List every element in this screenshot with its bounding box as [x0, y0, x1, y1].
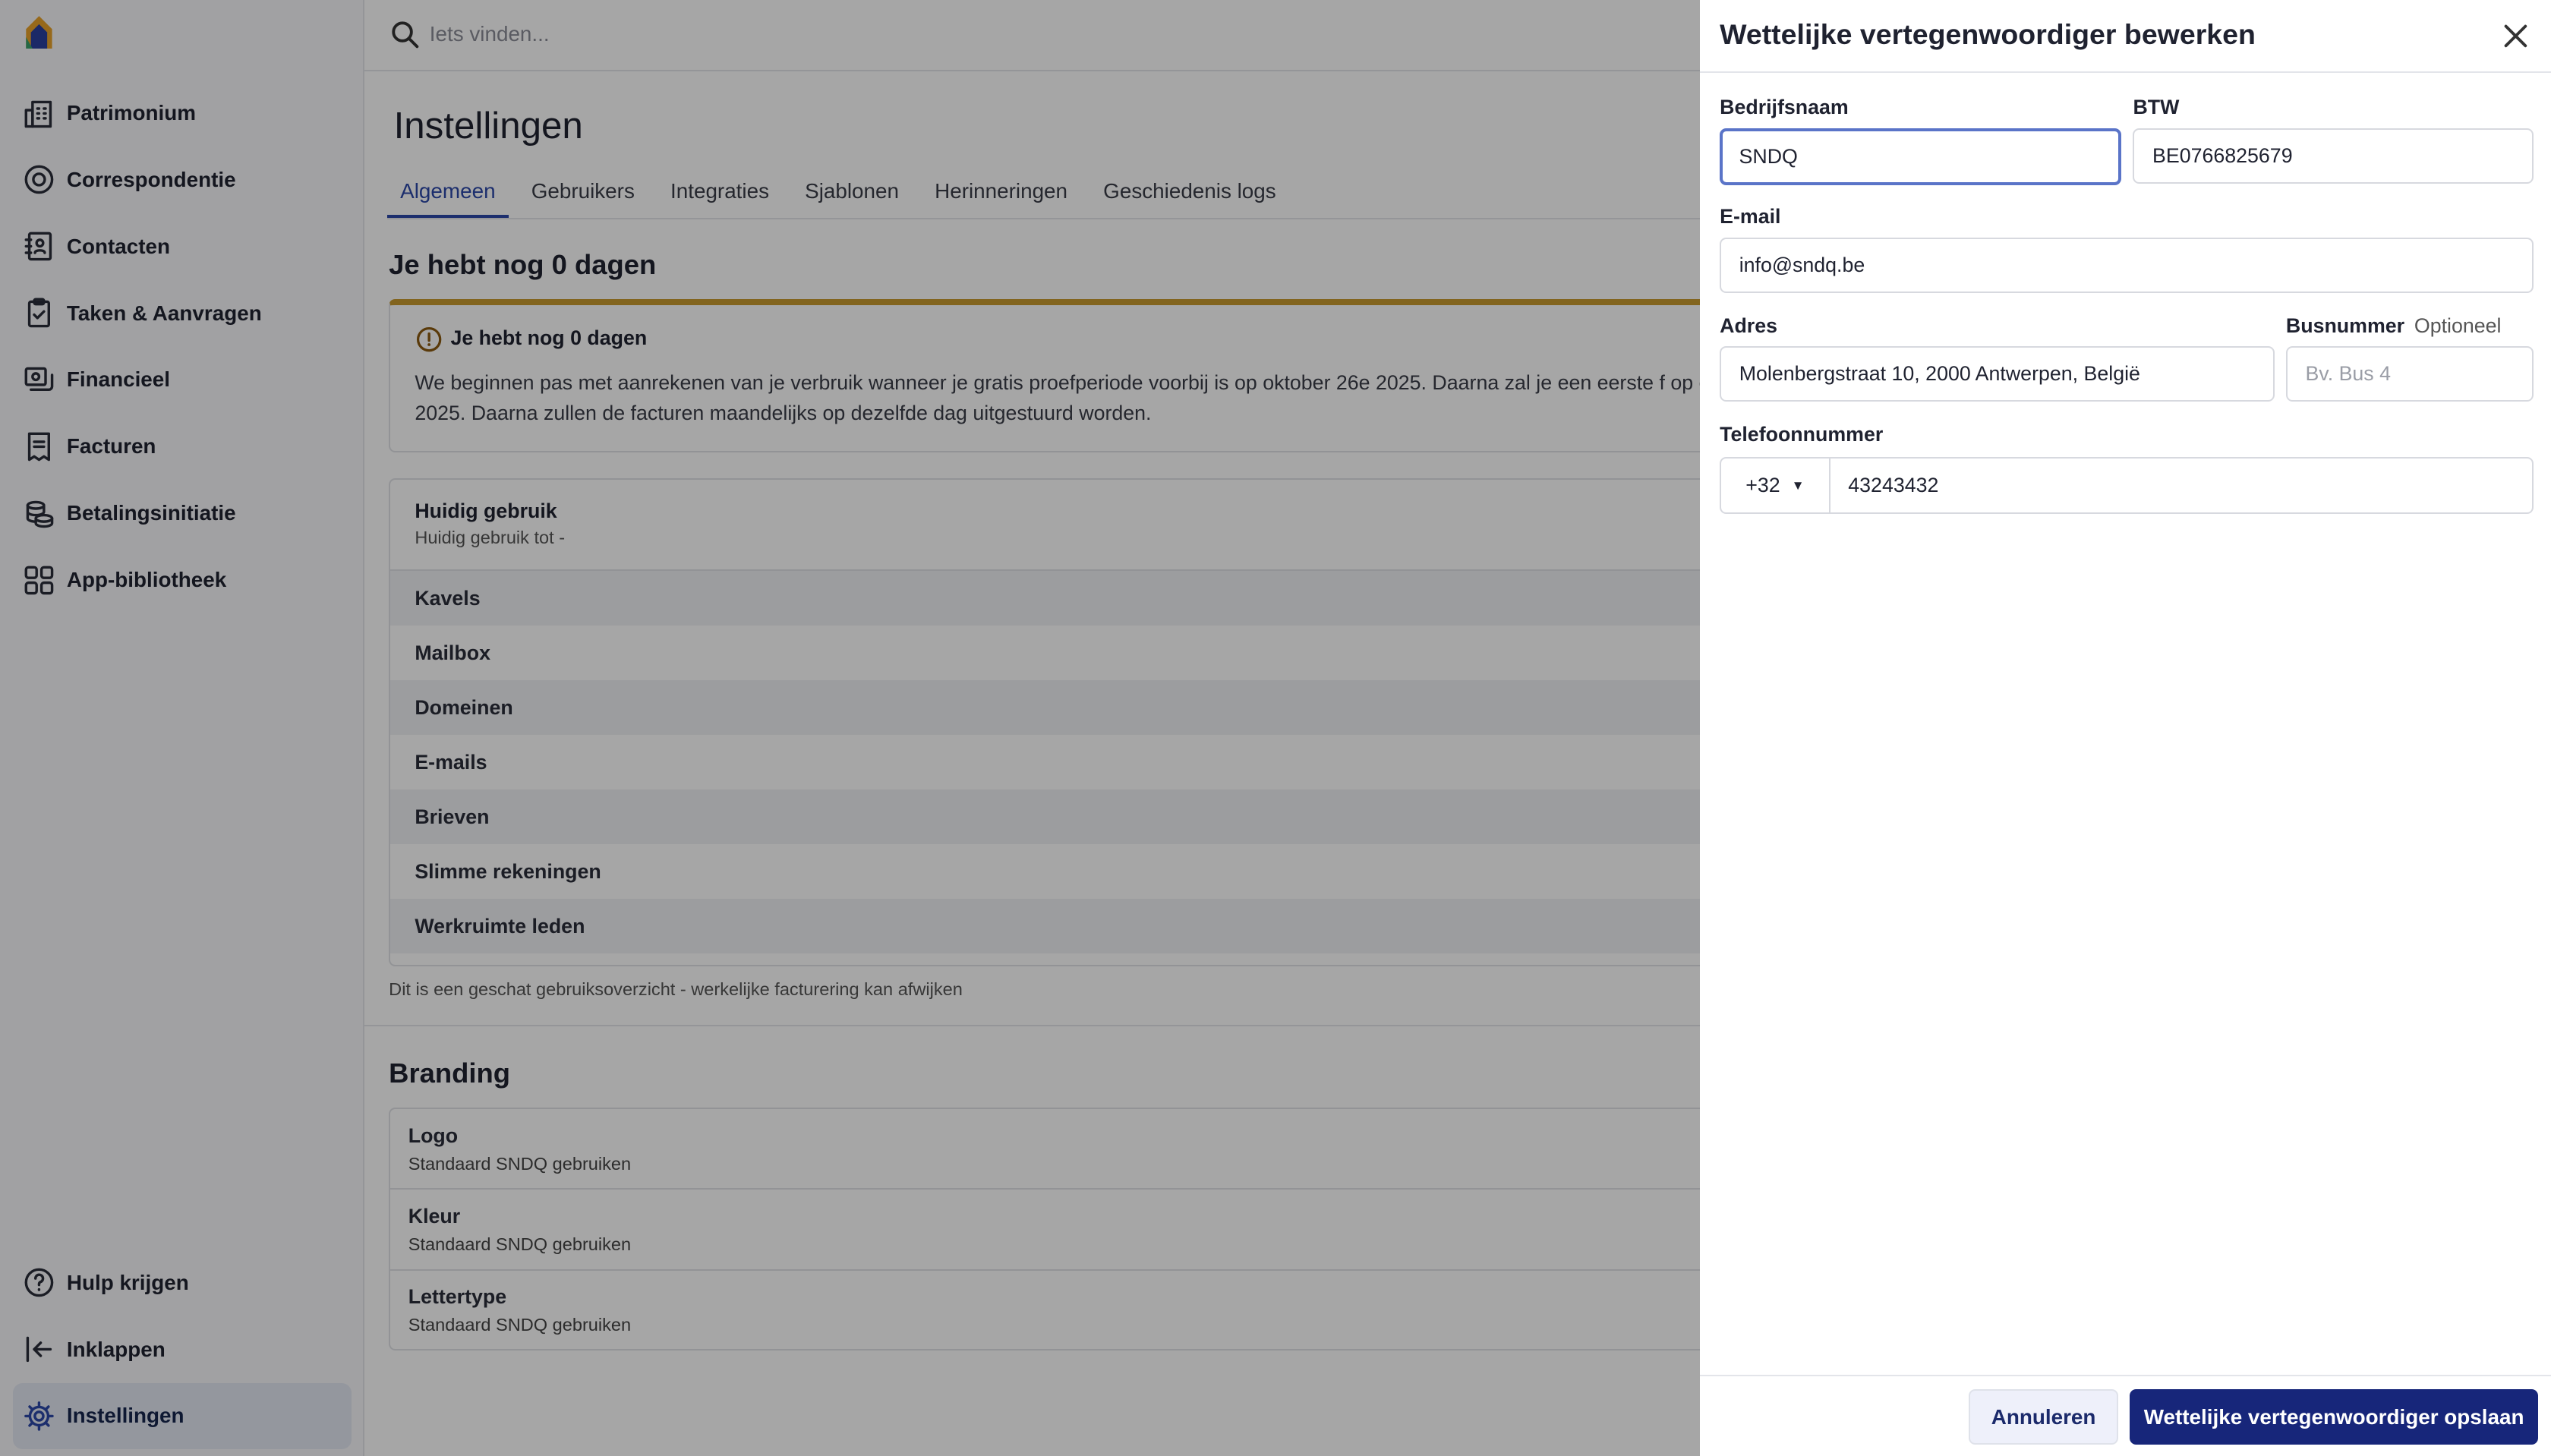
modal-backdrop[interactable] [0, 0, 1701, 1456]
address-label: Adres [1720, 314, 1777, 337]
phone-number-input[interactable] [1828, 457, 2534, 515]
drawer-footer-divider [1700, 1374, 2551, 1376]
drawer-title: Wettelijke vertegenwoordiger bewerken [1720, 17, 2256, 50]
drawer-header-divider [1700, 71, 2551, 74]
close-icon[interactable] [2499, 20, 2532, 52]
address-input[interactable] [1720, 346, 2275, 402]
phone-country-select[interactable]: +32 ▼ [1720, 457, 1829, 515]
email-input[interactable] [1720, 237, 2534, 293]
phone-prefix-value: +32 [1745, 474, 1780, 497]
edit-legal-representative-drawer: Wettelijke vertegenwoordiger bewerken Be… [1700, 0, 2551, 1456]
email-label: E-mail [1720, 205, 1781, 228]
company-name-input[interactable] [1720, 128, 2122, 186]
cancel-button[interactable]: Annuleren [1969, 1389, 2119, 1445]
vat-label: BTW [2133, 96, 2180, 119]
save-button[interactable]: Wettelijke vertegenwoordiger opslaan [2130, 1389, 2539, 1445]
phone-label: Telefoonnummer [1720, 423, 1884, 446]
company-name-label: Bedrijfsnaam [1720, 96, 1849, 119]
optional-tag: Optioneel [2414, 314, 2502, 337]
vat-input[interactable] [2133, 128, 2534, 184]
bus-number-label-text: Busnummer [2285, 314, 2405, 337]
caret-down-icon: ▼ [1791, 477, 1805, 493]
bus-number-input[interactable] [2285, 346, 2534, 402]
bus-number-label: Busnummer Optioneel [2286, 314, 2502, 338]
